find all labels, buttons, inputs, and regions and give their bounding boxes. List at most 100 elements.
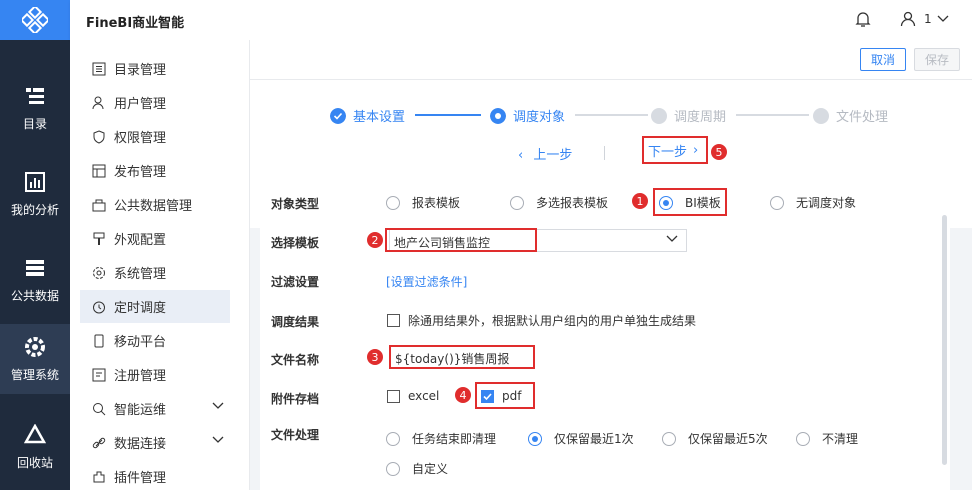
prev-step-button[interactable]: ‹ 上一步 [518, 144, 572, 163]
radio-no-cleanup[interactable]: 不清理 [796, 430, 858, 447]
mobile-icon [92, 334, 106, 348]
radio-circle [510, 195, 524, 210]
prev-step-label: 上一步 [533, 148, 573, 163]
set-filter-link[interactable]: [设置过滤条件] [386, 273, 467, 290]
list-icon [92, 62, 106, 76]
radio-circle [386, 431, 400, 446]
radio-multi-report-template[interactable]: 多选报表模板 [510, 194, 608, 211]
template-label: 选择模板 [271, 236, 320, 250]
filter-label: 过滤设置 [271, 275, 320, 289]
file-handling-label: 文件处理 [271, 428, 320, 442]
chevron-down-icon [212, 402, 224, 409]
highlight-box [385, 228, 537, 252]
brush-icon [92, 232, 106, 246]
user-menu[interactable]: 1 [900, 11, 949, 27]
step-label: 调度周期 [674, 110, 727, 125]
result-label: 调度结果 [271, 315, 320, 329]
nav-recycle-bin[interactable]: 回收站 [0, 412, 70, 482]
radio-label: BI模板 [685, 196, 721, 210]
menu-system-management[interactable]: 系统管理 [80, 256, 230, 289]
menu-publish-management[interactable]: 发布管理 [80, 154, 230, 187]
radio-circle [386, 195, 400, 210]
nav-my-analysis-label: 我的分析 [10, 202, 59, 217]
form-scrollbar[interactable] [942, 215, 947, 465]
schedule-object-form: 对象类型 报表模板 多选报表模板 1 BI模板 无调度对象 选择模板 2 地产公… [260, 188, 950, 490]
menu-plugin-management[interactable]: 插件管理 [80, 460, 230, 490]
step-label: 基本设置 [353, 110, 406, 125]
menu-data-connection[interactable]: 数据连接 [80, 426, 230, 459]
nav-recycle-bin-label: 回收站 [16, 455, 53, 470]
pending-step-icon [651, 107, 667, 124]
checkmark-icon [483, 392, 492, 400]
app-logo[interactable] [0, 0, 70, 40]
excel-checkbox[interactable]: excel [387, 389, 439, 403]
menu-public-data-management[interactable]: 公共数据管理 [80, 188, 230, 221]
radio-circle [528, 431, 542, 446]
bell-icon[interactable] [855, 11, 871, 28]
radio-clean-after-task[interactable]: 任务结束即清理 [386, 430, 496, 447]
nav-my-analysis[interactable]: 我的分析 [0, 159, 70, 229]
menu-label: 权限管理 [114, 131, 167, 146]
radio-custom[interactable]: 自定义 [386, 460, 448, 477]
settings-icon [92, 266, 106, 280]
menu-label: 外观配置 [114, 233, 167, 248]
menu-mobile-platform[interactable]: 移动平台 [80, 324, 230, 357]
step-connector [736, 114, 809, 116]
radio-label: 任务结束即清理 [412, 432, 497, 446]
next-step-button[interactable]: 下一步 › [642, 136, 708, 164]
check-circle-icon [330, 107, 346, 124]
nav-catalog[interactable]: 目录 [0, 73, 70, 143]
radio-no-object[interactable]: 无调度对象 [770, 194, 856, 211]
register-icon [92, 368, 106, 382]
radio-label: 无调度对象 [796, 196, 857, 210]
save-button[interactable]: 保存 [914, 48, 960, 71]
nav-management[interactable]: 管理系统 [0, 324, 70, 394]
per-user-result-checkbox[interactable]: 除通用结果外，根据默认用户组内的用户单独生成结果 [387, 312, 696, 329]
file-name-input[interactable]: ${today()}销售周报 [389, 345, 535, 369]
nav-public-data[interactable]: 公共数据 [0, 245, 70, 315]
radio-circle [659, 195, 673, 210]
publish-icon [92, 164, 106, 178]
annotation-badge: 3 [367, 349, 383, 365]
menu-user-management[interactable]: 用户管理 [80, 86, 230, 119]
user-icon [900, 11, 916, 27]
step-schedule-period[interactable]: 调度周期 [651, 106, 726, 125]
current-step-icon [490, 107, 506, 124]
gear-icon [25, 336, 45, 357]
radio-keep-last-1[interactable]: 仅保留最近1次 [528, 430, 634, 447]
menu-permission-management[interactable]: 权限管理 [80, 120, 230, 153]
radio-report-template[interactable]: 报表模板 [386, 194, 460, 211]
clock-icon [92, 300, 106, 314]
menu-scheduled-tasks[interactable]: 定时调度 [80, 290, 230, 323]
action-bar: 取消 保存 [250, 40, 972, 80]
user-icon [92, 96, 106, 110]
top-header: FineBI商业智能 1 [70, 0, 972, 40]
box-icon [92, 198, 106, 212]
radio-keep-last-5[interactable]: 仅保留最近5次 [662, 430, 768, 447]
menu-smart-ops[interactable]: 智能运维 [80, 392, 230, 425]
step-file-handling[interactable]: 文件处理 [813, 106, 888, 125]
menu-catalog-management[interactable]: 目录管理 [80, 52, 230, 85]
radio-label: 多选报表模板 [536, 196, 609, 210]
menu-registration-management[interactable]: 注册管理 [80, 358, 230, 391]
radio-bi-template[interactable]: BI模板 [659, 194, 721, 211]
pending-step-icon [813, 107, 829, 124]
chevron-down-icon [666, 235, 678, 242]
cancel-button[interactable]: 取消 [860, 48, 906, 71]
step-basic-settings[interactable]: 基本设置 [330, 106, 405, 125]
checkbox-label: excel [408, 389, 440, 403]
step-label: 调度对象 [513, 110, 566, 125]
shield-icon [92, 129, 106, 144]
step-schedule-object[interactable]: 调度对象 [490, 106, 565, 125]
radio-circle [796, 431, 810, 446]
menu-appearance-config[interactable]: 外观配置 [80, 222, 230, 255]
radio-circle [770, 195, 784, 210]
menu-label: 数据连接 [114, 437, 167, 452]
finebi-logo-icon [22, 7, 48, 33]
chevron-left-icon: ‹ [518, 148, 524, 163]
analysis-icon [25, 171, 45, 192]
checkbox-box [387, 314, 400, 327]
radio-label: 不清理 [822, 432, 859, 446]
pdf-checkbox[interactable]: pdf [481, 389, 521, 403]
menu-label: 发布管理 [114, 165, 167, 180]
